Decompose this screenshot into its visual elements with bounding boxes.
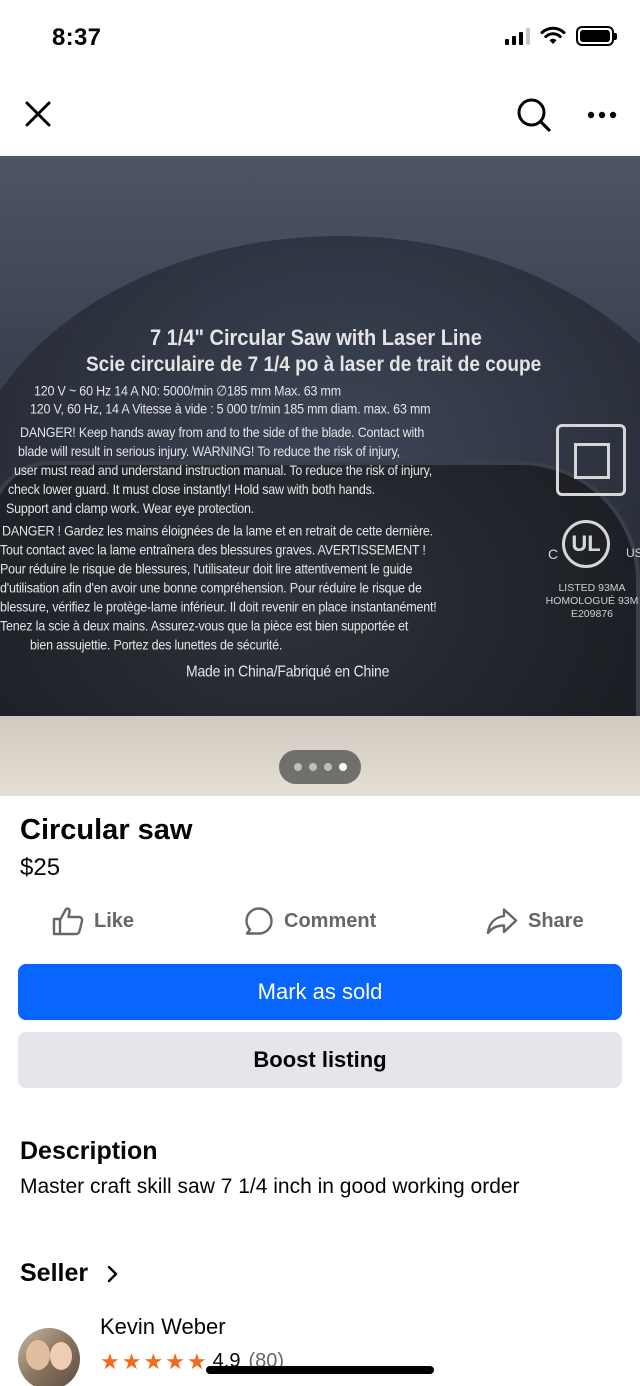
star-icon: ★ xyxy=(100,1348,120,1374)
like-button[interactable]: Like xyxy=(52,898,134,944)
label-line: Tout contact avec la lame entraînera des… xyxy=(0,542,426,558)
more-icon xyxy=(587,111,617,119)
label-line: Support and clamp work. Wear eye protect… xyxy=(6,500,255,517)
star-icon: ★ xyxy=(186,1348,207,1374)
listed-text: LISTED 93MA HOMOLOGUÉ 93M E209876 xyxy=(545,582,639,620)
star-icon: ★ xyxy=(165,1348,185,1374)
thumbs-up-icon xyxy=(52,907,84,936)
seller-heading[interactable]: Seller xyxy=(20,1259,118,1288)
share-button[interactable]: Share xyxy=(486,898,584,944)
comment-icon xyxy=(245,907,273,935)
ul-c-mark: C xyxy=(548,546,559,562)
cellular-signal-icon xyxy=(505,27,530,45)
double-insulation-icon xyxy=(556,424,626,496)
share-label: Share xyxy=(528,909,584,932)
share-icon xyxy=(486,908,518,935)
close-button[interactable] xyxy=(18,94,58,134)
battery-icon xyxy=(576,26,617,46)
label-line: DANGER ! Gardez les mains éloignées de l… xyxy=(2,523,433,539)
search-button[interactable] xyxy=(512,93,556,137)
label-line: blade will result in serious injury. WAR… xyxy=(18,443,400,460)
boost-listing-button[interactable]: Boost listing xyxy=(18,1032,622,1088)
listing-title: Circular saw xyxy=(20,814,193,846)
label-line: DANGER! Keep hands away from and to the … xyxy=(20,424,425,441)
carousel-dot xyxy=(323,763,332,771)
ul-logo: UL xyxy=(562,520,610,568)
description-text: Master craft skill saw 7 1/4 inch in goo… xyxy=(20,1175,520,1198)
status-icons xyxy=(505,26,617,46)
chevron-right-icon xyxy=(106,1265,118,1283)
label-line: d'utilisation afin d'en avoir une bonne … xyxy=(0,580,422,596)
star-icon: ★ xyxy=(143,1348,164,1374)
label-line: 120 V, 60 Hz, 14 A Vitesse à vide : 5 00… xyxy=(30,401,431,417)
comment-label: Comment xyxy=(284,909,377,932)
more-button[interactable] xyxy=(580,93,624,137)
carousel-dot xyxy=(293,763,302,771)
actions-row: Like Comment Share xyxy=(0,898,640,944)
status-time: 8:37 xyxy=(52,24,102,51)
label-line: blessure, vérifiez le protège-lame infér… xyxy=(0,599,437,615)
listing-photo[interactable]: 7 1/4" Circular Saw with Laser Line Scie… xyxy=(0,156,640,796)
close-icon xyxy=(25,101,51,127)
wifi-icon xyxy=(540,26,566,44)
description-heading: Description xyxy=(20,1137,158,1165)
like-label: Like xyxy=(94,909,135,932)
mark-as-sold-button[interactable]: Mark as sold xyxy=(18,964,622,1020)
carousel-dot-active xyxy=(338,763,347,771)
search-icon xyxy=(517,98,551,132)
carousel-indicator xyxy=(279,750,361,784)
label-line: user must read and understand instructio… xyxy=(14,462,432,479)
label-line: bien assujettie. Portez des lunettes de … xyxy=(30,637,283,654)
carousel-dot xyxy=(308,763,317,771)
label-line: 7 1/4" Circular Saw with Laser Line xyxy=(150,326,482,351)
comment-button[interactable]: Comment xyxy=(244,898,376,944)
label-line: Scie circulaire de 7 1/4 po à laser de t… xyxy=(86,352,542,377)
seller-name[interactable]: Kevin Weber xyxy=(100,1314,226,1340)
label-line: Made in China/Fabriqué en Chine xyxy=(186,662,390,680)
label-line: check lower guard. It must close instant… xyxy=(8,481,375,498)
top-nav xyxy=(0,76,640,156)
listing-price: $25 xyxy=(20,854,61,881)
label-line: Pour réduire le risque de blessures, l'u… xyxy=(0,561,413,577)
seller-avatar[interactable] xyxy=(18,1328,80,1386)
seller-heading-label: Seller xyxy=(20,1259,89,1287)
ul-us-mark: US xyxy=(626,546,640,560)
home-indicator xyxy=(206,1366,434,1374)
star-icon: ★ xyxy=(121,1348,142,1374)
label-line: 120 V ~ 60 Hz 14 A N0: 5000/min ∅185 mm … xyxy=(34,383,341,399)
status-bar: 8:37 xyxy=(0,0,640,76)
label-line: Tenez la scie à deux mains. Assurez-vous… xyxy=(0,618,409,634)
